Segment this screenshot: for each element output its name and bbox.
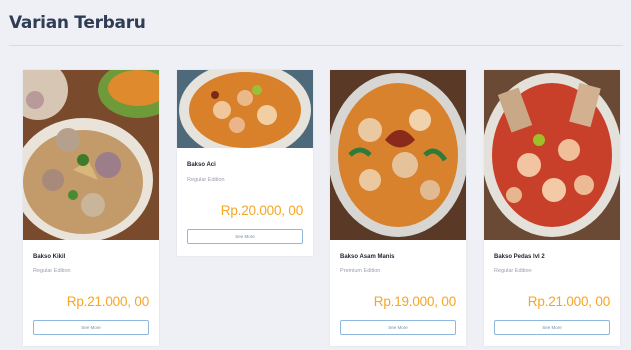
- product-price: Rp.21.000, 00: [66, 294, 149, 309]
- product-price: Rp.21.000, 00: [527, 294, 610, 309]
- product-edition: Regular Edition: [33, 268, 71, 274]
- see-more-button[interactable]: See More: [340, 320, 456, 335]
- product-name: Bakso Asam Manis: [340, 254, 395, 260]
- product-edition: Regular Edition: [187, 177, 225, 183]
- product-photo: [23, 70, 159, 240]
- product-photo: [330, 70, 466, 240]
- product-card-bakso-pedas-lvl-2[interactable]: Bakso Pedas lvl 2 Regular Edition Rp.21.…: [484, 70, 620, 346]
- see-more-button[interactable]: See More: [33, 320, 149, 335]
- product-card-bakso-kikil[interactable]: Bakso Kikil Regular Edition Rp.21.000, 0…: [23, 70, 159, 346]
- product-name: Bakso Pedas lvl 2: [494, 254, 545, 260]
- product-name: Bakso Kikil: [33, 254, 66, 260]
- see-more-button[interactable]: See More: [494, 320, 610, 335]
- product-price: Rp.19.000, 00: [373, 294, 456, 309]
- product-name: Bakso Aci: [187, 162, 216, 168]
- product-edition: Premium Edition: [340, 268, 381, 274]
- product-photo: [177, 70, 313, 148]
- product-edition: Regular Edition: [494, 268, 532, 274]
- product-price: Rp.20.000, 00: [220, 203, 303, 218]
- title-divider: [9, 45, 623, 46]
- product-card-bakso-asam-manis[interactable]: Bakso Asam Manis Premium Edition Rp.19.0…: [330, 70, 466, 346]
- section-title: Varian Terbaru: [9, 13, 146, 33]
- product-card-bakso-aci[interactable]: Bakso Aci Regular Edition Rp.20.000, 00 …: [177, 70, 313, 256]
- see-more-button[interactable]: See More: [187, 229, 303, 244]
- product-photo: [484, 70, 620, 240]
